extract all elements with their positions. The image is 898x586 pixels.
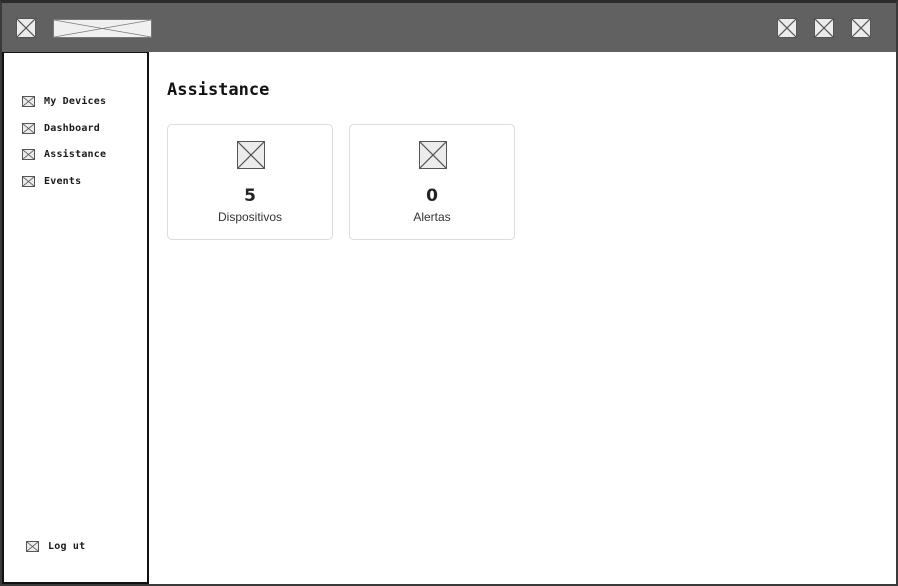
sidebar-item-events[interactable]: Events: [22, 173, 81, 189]
image-placeholder-icon: [237, 141, 265, 169]
stat-card-alertas[interactable]: 0 Alertas: [349, 124, 515, 240]
sidebar-item-label: Assistance: [44, 148, 107, 160]
stat-card-dispositivos[interactable]: 5 Dispositivos: [167, 124, 333, 240]
sidebar-item-assistance[interactable]: Assistance: [22, 146, 106, 162]
image-placeholder-icon: [22, 148, 35, 160]
top-bar: [2, 3, 896, 52]
sidebar-item-my-devices[interactable]: My Devices: [22, 93, 106, 109]
menu-icon[interactable]: [16, 18, 36, 38]
logo-placeholder: [53, 19, 152, 38]
sidebar-item-dashboard[interactable]: Dashboard: [22, 120, 100, 136]
stat-label: Dispositivos: [217, 210, 283, 224]
image-placeholder-icon: [26, 540, 39, 552]
toolbar-action-icon-3[interactable]: [851, 18, 871, 38]
sidebar-item-label: Events: [44, 175, 82, 187]
image-placeholder-icon: [22, 122, 35, 134]
stat-value: 5: [244, 186, 256, 206]
stat-value: 0: [426, 186, 438, 206]
stat-label: Alertas: [413, 210, 451, 224]
logout-button[interactable]: Log ut: [26, 538, 85, 554]
sidebar-item-label: Dashboard: [44, 122, 100, 134]
sidebar-item-label: My Devices: [44, 95, 107, 107]
page-title: Assistance: [167, 80, 270, 100]
main-content: Assistance 5 Dispositivos 0 Alertas: [149, 52, 896, 586]
toolbar-action-icon-2[interactable]: [814, 18, 834, 38]
image-placeholder-icon: [22, 95, 35, 107]
app-window: My Devices Dashboard Assistance Events L…: [0, 0, 898, 586]
toolbar-action-icon-1[interactable]: [777, 18, 797, 38]
logout-label: Log ut: [48, 540, 86, 552]
sidebar: My Devices Dashboard Assistance Events L…: [2, 52, 149, 584]
image-placeholder-icon: [419, 141, 447, 169]
image-placeholder-icon: [22, 175, 35, 187]
